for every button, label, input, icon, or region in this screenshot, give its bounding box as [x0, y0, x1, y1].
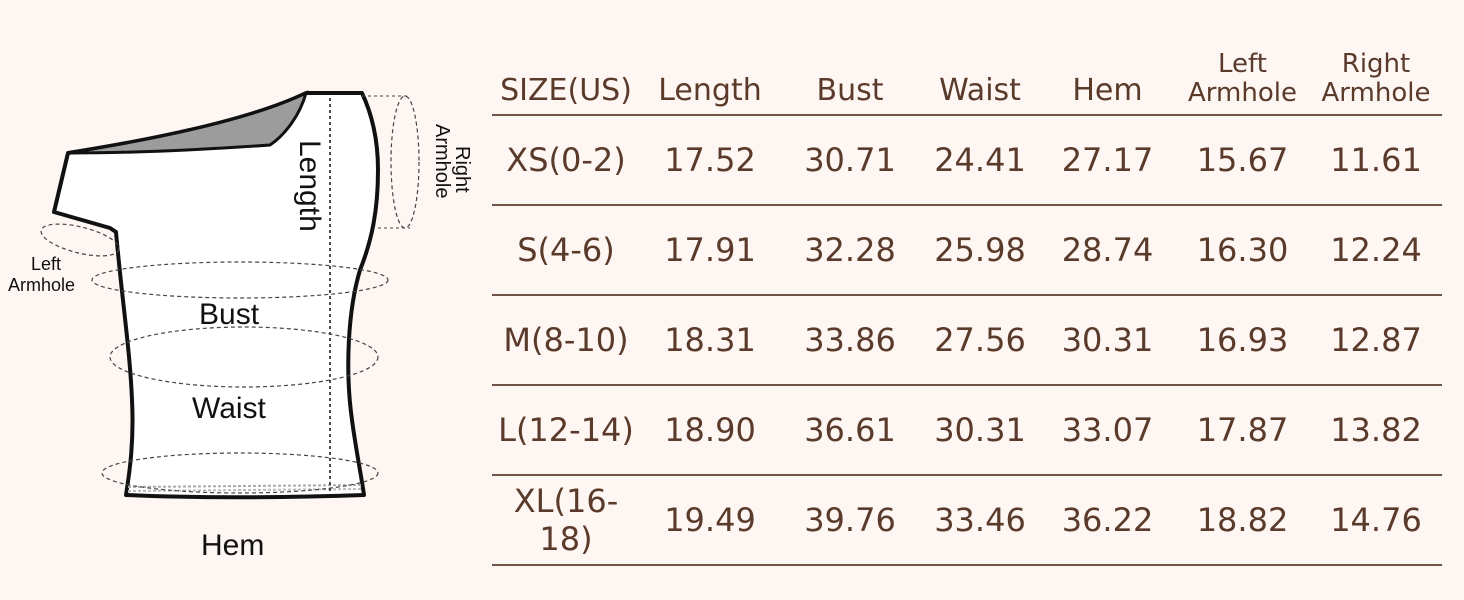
- length-label: Length: [293, 140, 326, 232]
- header-bust: Bust: [816, 73, 884, 108]
- size-chart-table: SIZE(US) Length Bust Waist Hem Left Armh…: [492, 18, 1442, 566]
- cell-bust: 36.61: [804, 411, 896, 449]
- cell-left-armhole: 16.30: [1196, 231, 1289, 269]
- header-hem: Hem: [1072, 73, 1143, 108]
- cell-right-armhole: 12.24: [1330, 231, 1422, 269]
- cell-waist: 30.31: [934, 411, 1026, 449]
- cell-left-armhole: 17.87: [1196, 411, 1289, 449]
- right-armhole-label-line1: Right: [451, 146, 473, 193]
- table-row: XL(16-18) 19.49 39.76 33.46 36.22 18.82 …: [492, 475, 1442, 565]
- table-header-row: SIZE(US) Length Bust Waist Hem Left Armh…: [492, 18, 1442, 115]
- cell-length: 17.91: [664, 231, 756, 269]
- cell-waist: 27.56: [934, 321, 1026, 359]
- cell-size: XL(16-18): [513, 482, 619, 558]
- cell-left-armhole: 15.67: [1196, 141, 1289, 179]
- cell-left-armhole: 18.82: [1196, 501, 1289, 539]
- table-row: L(12-14) 18.90 36.61 30.31 33.07 17.87 1…: [492, 385, 1442, 475]
- cell-length: 19.49: [664, 501, 756, 539]
- cell-hem: 28.74: [1061, 231, 1154, 269]
- left-armhole-label-line1: Left: [31, 254, 61, 274]
- header-left-armhole-line1: Left: [1218, 49, 1267, 79]
- waist-label: Waist: [192, 392, 267, 425]
- header-length: Length: [658, 73, 762, 108]
- cell-hem: 30.31: [1061, 321, 1154, 359]
- header-right-armhole-line1: Right: [1341, 49, 1411, 79]
- cell-hem: 33.07: [1061, 411, 1154, 449]
- cell-bust: 32.28: [804, 231, 896, 269]
- table-row: XS(0-2) 17.52 30.71 24.41 27.17 15.67 11…: [492, 115, 1442, 205]
- garment-diagram: Length Right Armhole Left Armhole Bust W…: [8, 90, 473, 562]
- cell-size: L(12-14): [498, 411, 634, 449]
- right-armhole-guide: [390, 95, 420, 229]
- header-left-armhole-line2: Armhole: [1188, 78, 1297, 108]
- left-armhole-label-line2: Armhole: [8, 275, 75, 295]
- cell-length: 18.31: [664, 321, 756, 359]
- table-row: S(4-6) 17.91 32.28 25.98 28.74 16.30 12.…: [492, 205, 1442, 295]
- cell-right-armhole: 11.61: [1330, 141, 1422, 179]
- header-right-armhole: Right Armhole: [1310, 18, 1442, 115]
- cell-size: S(4-6): [517, 231, 615, 269]
- cell-size: XS(0-2): [506, 141, 626, 179]
- table-row: M(8-10) 18.31 33.86 27.56 30.31 16.93 12…: [492, 295, 1442, 385]
- cell-bust: 39.76: [804, 501, 896, 539]
- header-right-armhole-line2: Armhole: [1321, 78, 1431, 108]
- cell-length: 18.90: [664, 411, 756, 449]
- bust-label: Bust: [199, 298, 260, 331]
- cell-waist: 33.46: [934, 501, 1026, 539]
- cell-size: M(8-10): [503, 321, 629, 359]
- cell-bust: 30.71: [804, 141, 896, 179]
- neckline-shade: [67, 90, 309, 155]
- cell-right-armhole: 13.82: [1330, 411, 1422, 449]
- cell-bust: 33.86: [804, 321, 896, 359]
- hem-label: Hem: [201, 529, 264, 562]
- cell-hem: 27.17: [1061, 141, 1154, 179]
- header-left-armhole: Left Armhole: [1175, 18, 1310, 115]
- right-armhole-label: Right Armhole: [431, 124, 473, 198]
- cell-hem: 36.22: [1061, 501, 1154, 539]
- cell-waist: 24.41: [934, 141, 1026, 179]
- header-size: SIZE(US): [500, 73, 632, 108]
- cell-right-armhole: 12.87: [1330, 321, 1422, 359]
- cell-length: 17.52: [664, 141, 756, 179]
- cell-right-armhole: 14.76: [1330, 501, 1422, 539]
- header-waist: Waist: [939, 73, 1021, 108]
- right-armhole-label-line2: Armhole: [431, 124, 453, 198]
- cell-left-armhole: 16.93: [1196, 321, 1289, 359]
- cell-waist: 25.98: [934, 231, 1026, 269]
